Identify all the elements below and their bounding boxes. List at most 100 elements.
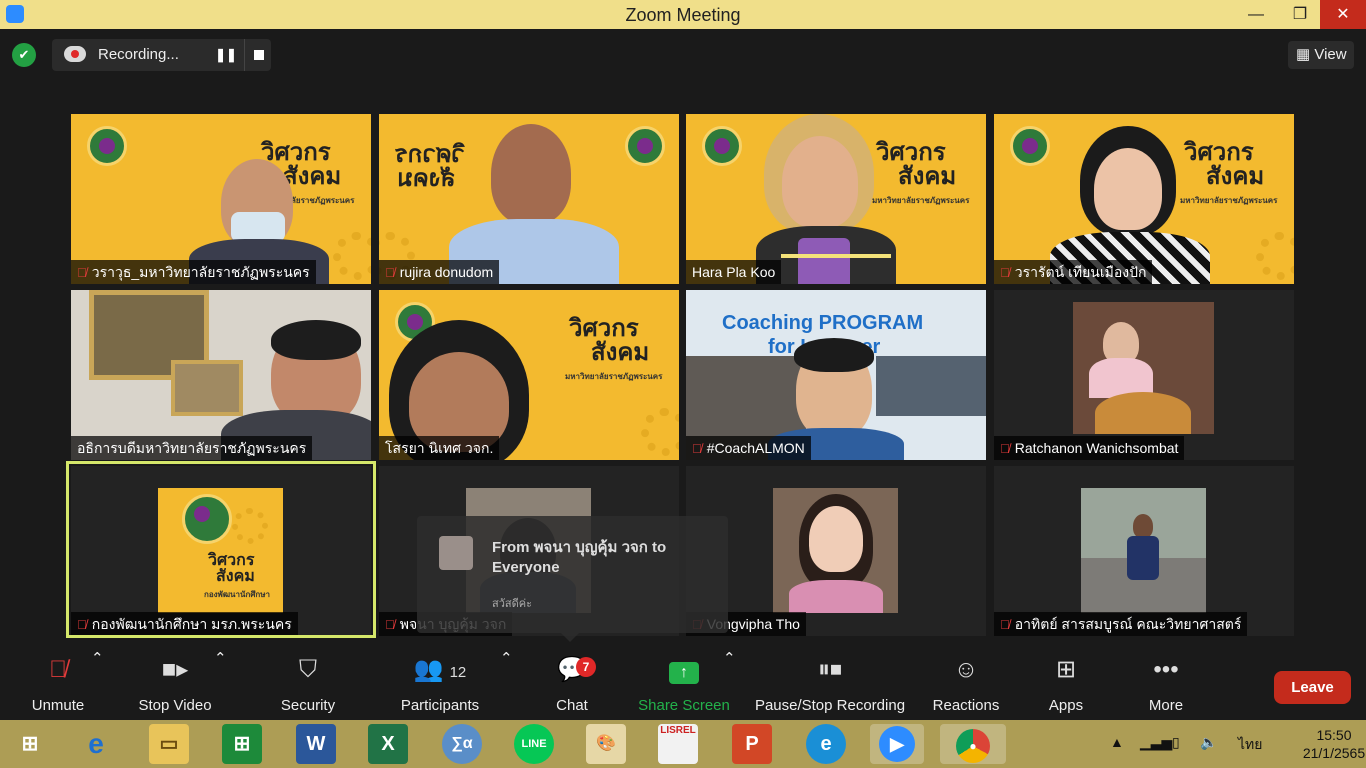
chat-notification-header: From พจนา บุญคุ้ม วจก to Everyone bbox=[492, 539, 667, 576]
participant-tile[interactable]: อธิการบดีมหาวิทยาลัยราชภัฏพระนคร bbox=[71, 290, 371, 460]
participant-tile[interactable]: 🎙̸ Ratchanon Wanichsombat bbox=[994, 290, 1294, 460]
chat-unread-badge: 7 bbox=[576, 657, 596, 677]
muted-mic-icon: 🎙̸ bbox=[77, 617, 87, 632]
banner-subtitle: มหาวิทยาลัยราชภัฏพระนคร bbox=[565, 372, 663, 381]
share-screen-button[interactable]: ↑ Share Screen bbox=[634, 649, 734, 720]
participant-tile[interactable]: 🎙̸Vongvipha Tho bbox=[686, 466, 986, 636]
participant-tile[interactable]: Coaching PROGRAM for Lecturer 🎙̸#CoachAL… bbox=[686, 290, 986, 460]
banner-title-2: สังคม bbox=[397, 164, 456, 192]
participant-nameplate: 🎙̸ Ratchanon Wanichsombat bbox=[994, 436, 1185, 460]
muted-mic-icon: 🎙̸ bbox=[385, 617, 395, 632]
muted-mic-icon: 🎙̸ bbox=[1000, 265, 1010, 280]
participant-tile[interactable]: วิศวกร สังคม มหาวิทยาลัยราชภัฏพระนคร Har… bbox=[686, 114, 986, 284]
battery-icon[interactable]: ▯ bbox=[1172, 734, 1180, 751]
muted-mic-icon: 🎙̸ bbox=[692, 441, 702, 456]
zoom-icon[interactable]: ▶ bbox=[870, 724, 924, 764]
taskbar-clock[interactable]: 15:50 21/1/2565 bbox=[1302, 726, 1366, 762]
close-button[interactable]: ✕ bbox=[1320, 0, 1366, 29]
participant-nameplate: อธิการบดีมหาวิทยาลัยราชภัฏพระนคร bbox=[71, 436, 313, 460]
banner-title-2: สังคม bbox=[591, 338, 650, 366]
muted-mic-icon: 🎙̸ bbox=[1000, 441, 1010, 456]
lisrel-icon[interactable]: LISREL bbox=[658, 724, 698, 764]
file-explorer-icon[interactable]: ▭ bbox=[149, 724, 189, 764]
cloud-recording-icon bbox=[64, 46, 86, 62]
leave-button[interactable]: Leave bbox=[1274, 671, 1351, 704]
word-icon[interactable]: W bbox=[296, 724, 336, 764]
minimize-button[interactable]: — bbox=[1234, 0, 1278, 29]
grid-icon: ▦ bbox=[1296, 46, 1311, 63]
participant-nameplate: 🎙̸ วรารัตน์ เทียนเมืองปัก bbox=[994, 260, 1153, 284]
muted-mic-icon: 🎙̸ bbox=[77, 265, 87, 280]
start-icon[interactable]: ⊞ bbox=[10, 724, 50, 764]
participant-hair bbox=[271, 320, 361, 360]
muted-mic-icon: 🎙̸ bbox=[385, 265, 395, 280]
share-screen-icon: ↑ bbox=[669, 662, 699, 684]
audio-options-caret[interactable]: ⌃ bbox=[91, 649, 104, 720]
participant-tile[interactable]: วิศวกร สังคม มหาวิทยาลัยราชภัฏพระนคร 🎙̸ ว… bbox=[71, 114, 371, 284]
encryption-shield-icon[interactable]: ✔ bbox=[12, 43, 36, 67]
chrome-icon[interactable]: ● bbox=[940, 724, 1006, 764]
muted-mic-icon: 🎙̸ bbox=[49, 656, 67, 683]
recording-bar: Recording... ❚❚ bbox=[52, 39, 271, 71]
edge-icon[interactable]: e bbox=[806, 724, 846, 764]
paint-icon[interactable]: 🎨 bbox=[586, 724, 626, 764]
excel-icon[interactable]: X bbox=[368, 724, 408, 764]
student-affairs-logo: วิศวกร สังคม กองพัฒนานักศึกษา bbox=[158, 488, 283, 613]
participant-video bbox=[782, 136, 858, 228]
powerpoint-icon[interactable]: P bbox=[732, 724, 772, 764]
shield-icon: ⛉ bbox=[299, 656, 317, 683]
banner-subtitle: มหาวิทยาลัยราชภัฏพระนคร bbox=[872, 196, 970, 205]
volume-muted-icon[interactable]: 🔈 bbox=[1200, 734, 1217, 751]
university-logo-icon bbox=[625, 126, 665, 166]
active-speaker-indicator bbox=[781, 254, 891, 258]
participant-video bbox=[1094, 148, 1162, 230]
clock-time: 15:50 bbox=[1316, 727, 1352, 743]
stop-video-button[interactable]: ■▸ Stop Video bbox=[132, 649, 218, 720]
share-options-caret[interactable]: ⌃ bbox=[723, 649, 736, 720]
muted-mic-icon: 🎙̸ bbox=[1000, 617, 1010, 632]
more-button[interactable]: ••• More bbox=[1138, 649, 1194, 720]
unmute-button[interactable]: 🎙̸ Unmute bbox=[22, 649, 94, 720]
clock-date: 21/1/2565 bbox=[1302, 745, 1366, 761]
face-mask bbox=[231, 212, 285, 242]
university-logo-icon bbox=[182, 494, 232, 544]
participant-tile[interactable]: วิศวกร สังคม มหาวิทยาลัยราชภัฏพระนคร โสร… bbox=[379, 290, 679, 460]
input-language[interactable]: ไทย bbox=[1238, 734, 1262, 756]
smiley-plus-icon: ☺ bbox=[953, 656, 979, 683]
university-logo-icon bbox=[702, 126, 742, 166]
profile-photo bbox=[1073, 302, 1214, 434]
security-button[interactable]: ⛉ Security bbox=[272, 649, 344, 720]
chat-notification-preview: สวัสดีค่ะ bbox=[492, 598, 533, 610]
participant-tile[interactable]: 🎙̸ อาทิตย์ สารสมบูรณ์ คณะวิทยาศาสตร์ bbox=[994, 466, 1294, 636]
gear-icon bbox=[333, 232, 371, 280]
participant-tile[interactable]: วิศวกร สังคม 🎙̸ rujira donudom bbox=[379, 114, 679, 284]
line-icon[interactable]: LINE bbox=[514, 724, 554, 764]
view-button[interactable]: ▦ View bbox=[1288, 41, 1354, 69]
pause-recording-button[interactable]: ❚❚ bbox=[210, 39, 242, 71]
participants-options-caret[interactable]: ⌃ bbox=[500, 649, 513, 720]
participant-tile[interactable]: วิศวกร สังคม กองพัฒนานักศึกษา 🎙̸ กองพัฒนา… bbox=[71, 466, 371, 636]
chat-notification-popup[interactable]: From พจนา บุญคุ้ม วจก to Everyone สวัสดี… bbox=[417, 516, 728, 633]
participants-icon: 👥 12 bbox=[413, 656, 467, 683]
gear-icon bbox=[641, 408, 679, 456]
participant-tile[interactable]: วิศวกร สังคม มหาวิทยาลัยราชภัฏพระนคร 🎙̸ ว… bbox=[994, 114, 1294, 284]
classroom-photo-2 bbox=[876, 356, 986, 416]
apps-button[interactable]: ⊞ Apps bbox=[1040, 649, 1092, 720]
reactions-button[interactable]: ☺ Reactions bbox=[928, 649, 1004, 720]
profile-photo bbox=[773, 488, 898, 613]
window-title: Zoom Meeting bbox=[625, 5, 741, 25]
signal-icon[interactable]: ▁▃▅ bbox=[1140, 734, 1172, 751]
sender-avatar bbox=[439, 536, 473, 570]
window-titlebar: Zoom Meeting — ❐ ✕ bbox=[0, 0, 1366, 29]
show-hidden-icons-icon[interactable]: ▲ bbox=[1110, 734, 1124, 750]
pause-stop-recording-button[interactable]: ⏸⏹ Pause/Stop Recording bbox=[752, 649, 908, 720]
coaching-title: Coaching PROGRAM bbox=[722, 312, 924, 334]
math-input-icon[interactable]: ∑α bbox=[442, 724, 482, 764]
stop-recording-button[interactable] bbox=[244, 39, 271, 71]
internet-explorer-icon[interactable]: e bbox=[76, 724, 116, 764]
maximize-button[interactable]: ❐ bbox=[1278, 0, 1322, 29]
participant-nameplate: 🎙̸ rujira donudom bbox=[379, 260, 500, 284]
video-options-caret[interactable]: ⌃ bbox=[214, 649, 227, 720]
store-icon[interactable]: ⊞ bbox=[222, 724, 262, 764]
participants-button[interactable]: 👥 12 Participants bbox=[394, 649, 486, 720]
